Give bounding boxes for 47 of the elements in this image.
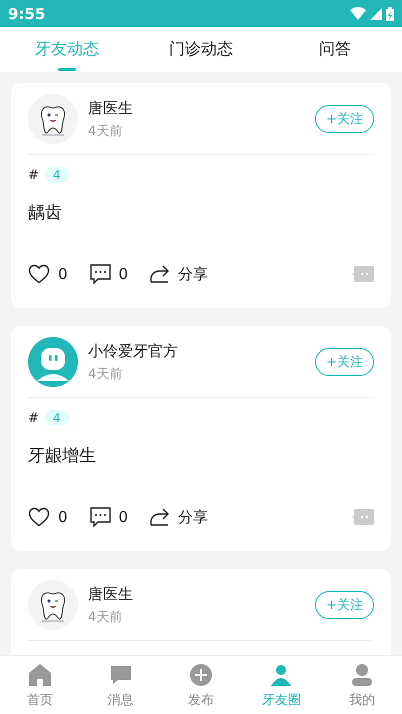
chat-bubble-icon[interactable] (352, 266, 374, 282)
post-text: 牙龈增生 (28, 445, 97, 467)
tab[interactable]: 牙友动态 (0, 27, 134, 72)
comment-button[interactable]: 0 (90, 507, 128, 527)
like-button[interactable]: 0 (28, 507, 68, 527)
tab[interactable]: 门诊动态 (134, 27, 268, 72)
follow-button[interactable]: +关注 (315, 105, 374, 133)
heart-icon (28, 264, 50, 284)
signal-icon (370, 8, 382, 20)
post-time: 4天前 (88, 366, 124, 382)
nav-item[interactable]: 发布 (160, 656, 242, 714)
post-text: 龋齿 (28, 202, 63, 224)
tooth-avatar (28, 580, 78, 630)
tooth-avatar (28, 94, 78, 144)
battery-icon (386, 6, 394, 20)
wifi-icon (350, 7, 366, 20)
tab[interactable]: 问答 (268, 27, 402, 72)
author-name: 唐医生 (88, 584, 134, 604)
post-time: 4天前 (88, 608, 124, 626)
author-name: 小伶爱牙官方 (88, 342, 179, 360)
share-button[interactable]: 分享 (150, 508, 208, 526)
heart-icon (28, 507, 50, 527)
nav-item[interactable]: 首页 (0, 656, 80, 714)
comment-icon (90, 264, 111, 284)
hash-sign: # (28, 168, 39, 182)
topic-tag[interactable]: 4 (44, 410, 69, 426)
robot-avatar (28, 337, 78, 387)
chat-bubble-icon[interactable] (352, 509, 374, 525)
plus-icon (188, 662, 214, 688)
share-icon (150, 508, 170, 526)
follow-button[interactable]: +关注 (315, 591, 374, 619)
hash-sign: # (28, 410, 39, 426)
topic-tag[interactable]: 4 (44, 167, 69, 183)
nav-item[interactable]: 消息 (80, 656, 161, 714)
like-button[interactable]: 0 (28, 264, 68, 284)
comment-button[interactable]: 0 (90, 264, 128, 284)
post-time: 4天前 (88, 122, 124, 140)
share-icon (150, 265, 170, 283)
nav-item[interactable]: 牙友圈 (241, 656, 322, 714)
share-button[interactable]: 分享 (150, 264, 208, 284)
nav-item[interactable]: 我的 (322, 656, 402, 714)
follow-button[interactable]: +关注 (315, 348, 374, 376)
status-time: 9:55 (8, 4, 46, 22)
tab-indicator (58, 68, 76, 71)
comment-icon (90, 507, 111, 527)
author-name: 唐医生 (88, 98, 134, 118)
home-icon (27, 662, 54, 688)
